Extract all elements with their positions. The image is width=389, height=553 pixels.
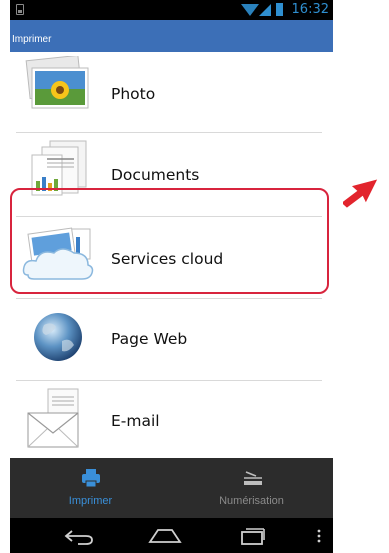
sd-card-icon	[16, 4, 24, 15]
globe-icon	[34, 313, 82, 361]
back-icon[interactable]	[64, 527, 94, 545]
scanner-icon	[244, 471, 262, 485]
menu-icon[interactable]	[316, 528, 322, 544]
list-item-web-page[interactable]: Page Web	[10, 299, 333, 381]
phone-screen: 16:32 Imprimer Photo Documents Services …	[10, 0, 333, 553]
list-item-email[interactable]: E-mail	[10, 381, 333, 463]
photo-icon	[25, 56, 89, 109]
page-title: Imprimer	[12, 34, 52, 45]
signal-icon	[259, 4, 271, 16]
status-time: 16:32	[291, 2, 329, 17]
list-item-label: Page Web	[111, 330, 188, 348]
pointer-arrow-icon	[343, 179, 378, 208]
tab-label: Numérisation	[219, 495, 284, 507]
wifi-icon	[241, 4, 259, 16]
list-item-label: Photo	[111, 85, 156, 103]
system-navigation-bar	[10, 518, 333, 553]
tab-label: Imprimer	[68, 495, 113, 507]
list-item-label: E-mail	[111, 412, 160, 430]
highlight-frame	[10, 188, 329, 294]
list-item-photo[interactable]: Photo	[10, 52, 333, 134]
status-bar: 16:32	[10, 0, 333, 20]
battery-icon	[276, 3, 283, 16]
home-icon[interactable]	[148, 528, 182, 544]
tab-scan[interactable]: Numérisation	[171, 458, 332, 518]
printer-icon	[82, 469, 100, 488]
email-icon	[27, 388, 79, 448]
action-bar: Imprimer	[10, 20, 333, 52]
list-item-label: Documents	[111, 166, 200, 184]
tab-print[interactable]: Imprimer	[10, 458, 171, 518]
bottom-tab-bar: Imprimer Numérisation	[10, 458, 333, 518]
recent-apps-icon[interactable]	[238, 527, 266, 545]
